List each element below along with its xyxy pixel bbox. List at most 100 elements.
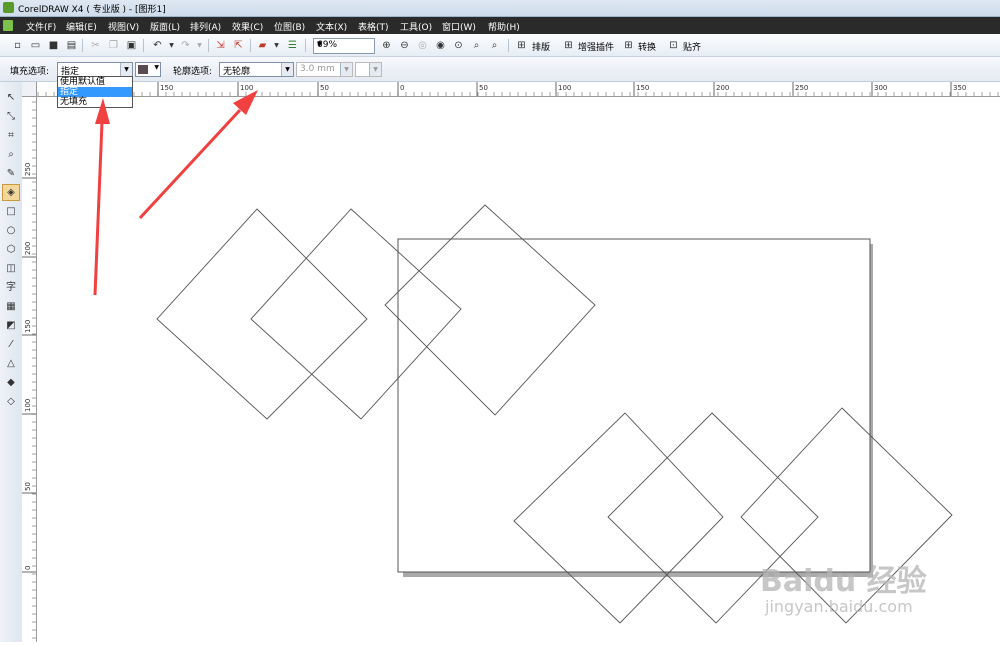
ruler-label: 300 [874,84,887,92]
menu-edit[interactable]: 编辑(E) [66,20,97,33]
new-document-icon[interactable]: ▫ [10,38,25,53]
redo-icon[interactable]: ↷ [178,38,193,53]
ruler-label: 350 [953,84,966,92]
undo-icon[interactable]: ↶ [150,38,165,53]
menu-help[interactable]: 帮助(H) [488,20,520,33]
snap-button[interactable]: 贴齐 [683,40,701,53]
fill-options-select[interactable]: 指定 ▼ [57,62,133,77]
toolbar-separator [143,39,144,52]
plugin-icon[interactable]: ⊞ [561,38,576,53]
chevron-down-icon: ▼ [281,63,293,76]
convert-button[interactable]: 转换 [638,40,656,53]
fill-color-swatch [138,65,148,74]
text-tool-icon[interactable]: 字 [3,280,19,295]
fill-options-dropdown: 使用默认值 指定 无填充 [57,76,133,108]
zoom-in-icon[interactable]: ⊕ [379,38,394,53]
smart-fill-tool-icon[interactable]: ◈ [2,184,20,201]
menu-file[interactable]: 文件(F) [26,20,56,33]
basic-shapes-tool-icon[interactable]: ◫ [3,261,19,276]
horizontal-ruler[interactable]: 150 100 50 0 50 100 150 200 250 300 350 [36,82,1000,97]
menu-tools[interactable]: 工具(O) [400,20,432,33]
ruler-origin-corner[interactable] [22,82,37,97]
diamond-shape[interactable] [156,208,368,420]
ruler-label: 250 [24,163,32,176]
cut-icon[interactable]: ✂ [88,38,103,53]
menu-layout[interactable]: 版面(L) [150,20,180,33]
interactive-fill-tool-icon[interactable]: ◇ [3,394,19,409]
welcome-screen-icon[interactable]: ☰ [285,38,300,53]
chevron-down-icon: ▼ [154,64,159,71]
chevron-down-icon: ▼ [120,63,132,76]
pick-tool-icon[interactable]: ↖ [3,90,19,105]
fill-option-default[interactable]: 使用默认值 [58,77,132,87]
open-folder-icon[interactable]: ▭ [28,38,43,53]
zoom-level-combo[interactable]: 69% ▼ [313,38,375,54]
layout-icon[interactable]: ⊞ [514,38,529,53]
baidu-watermark-logo: Baidu 经验 [760,564,927,599]
menu-effects[interactable]: 效果(C) [232,20,263,33]
chevron-down-icon: ▼ [340,63,352,76]
ruler-label: 150 [24,320,32,333]
menu-bar: 文件(F) 编辑(E) 视图(V) 版面(L) 排列(A) 效果(C) 位图(B… [0,17,1000,34]
ellipse-tool-icon[interactable]: ○ [3,223,19,238]
fill-option-specified[interactable]: 指定 [58,87,132,97]
fill-tool-icon[interactable]: ◆ [3,375,19,390]
ruler-label: 50 [320,84,329,92]
polygon-tool-icon[interactable]: ⬡ [3,242,19,257]
ruler-label: 200 [716,84,729,92]
page-border [397,238,871,573]
zoom-page-height-icon[interactable]: ⌕ [487,38,502,53]
ruler-label: 150 [160,84,173,92]
freehand-tool-icon[interactable]: ✎ [3,166,19,181]
convert-icon[interactable]: ⊞ [621,38,636,53]
standard-toolbar: ▫ ▭ ■ ▤ ✂ ❐ ▣ ↶ ▼ ↷ ▼ ⇲ ⇱ ▰ ▼ ☰ 69% ▼ ⊕ … [0,35,1000,57]
launcher-dropdown-icon[interactable]: ▼ [269,38,284,53]
menu-bitmaps[interactable]: 位图(B) [274,20,305,33]
outline-width-select[interactable]: 3.0 mm ▼ [296,62,353,77]
coreldraw-app-icon [3,2,14,13]
import-icon[interactable]: ⇲ [213,38,228,53]
zoom-selected-icon[interactable]: ◎ [415,38,430,53]
outline-tool-icon[interactable]: △ [3,356,19,371]
zoom-page-width-icon[interactable]: ⌕ [469,38,484,53]
menu-window[interactable]: 窗口(W) [442,20,476,33]
toolbar-separator [250,39,251,52]
zoom-all-objects-icon[interactable]: ◉ [433,38,448,53]
toolbox: ↖ ⤡ ⌗ ⌕ ✎ ◈ □ ○ ⬡ ◫ 字 ▦ ◩ ⁄ △ ◆ ◇ [0,82,23,642]
copy-icon[interactable]: ❐ [106,38,121,53]
application-launcher-icon[interactable]: ▰ [255,38,270,53]
vertical-ruler[interactable]: 250 200 150 100 50 0 [22,82,37,642]
menu-view[interactable]: 视图(V) [108,20,139,33]
menu-arrange[interactable]: 排列(A) [190,20,221,33]
zoom-out-icon[interactable]: ⊖ [397,38,412,53]
fill-color-button[interactable]: ▼ [135,62,161,77]
menu-table[interactable]: 表格(T) [358,20,389,33]
paste-icon[interactable]: ▣ [124,38,139,53]
layout-button[interactable]: 排版 [532,40,550,53]
outline-options-select[interactable]: 无轮廓 ▼ [219,62,294,77]
outline-color-select[interactable]: ▼ [355,62,382,77]
zoom-tool-icon[interactable]: ⌕ [3,147,19,162]
document-icon[interactable] [3,20,13,31]
eyedropper-tool-icon[interactable]: ⁄ [3,337,19,352]
redo-dropdown-icon[interactable]: ▼ [192,38,207,53]
save-icon[interactable]: ■ [46,38,61,53]
snap-icon[interactable]: ⊡ [666,38,681,53]
property-bar: 填充选项: 指定 ▼ ▼ 轮廓选项: 无轮廓 ▼ 3.0 mm ▼ ▼ [0,57,1000,82]
table-tool-icon[interactable]: ▦ [3,299,19,314]
fill-option-none[interactable]: 无填充 [58,97,132,107]
rectangle-tool-icon[interactable]: □ [3,204,19,219]
print-icon[interactable]: ▤ [64,38,79,53]
undo-dropdown-icon[interactable]: ▼ [164,38,179,53]
chevron-down-icon: ▼ [369,63,381,76]
plugin-button[interactable]: 增强插件 [578,40,614,53]
crop-tool-icon[interactable]: ⌗ [3,128,19,143]
export-icon[interactable]: ⇱ [231,38,246,53]
zoom-page-icon[interactable]: ⊙ [451,38,466,53]
ruler-label: 50 [24,482,32,491]
outline-options-label: 轮廓选项: [173,67,213,77]
ruler-label: 50 [479,84,488,92]
interactive-blend-tool-icon[interactable]: ◩ [3,318,19,333]
menu-text[interactable]: 文本(X) [316,20,347,33]
shape-tool-icon[interactable]: ⤡ [3,109,19,124]
